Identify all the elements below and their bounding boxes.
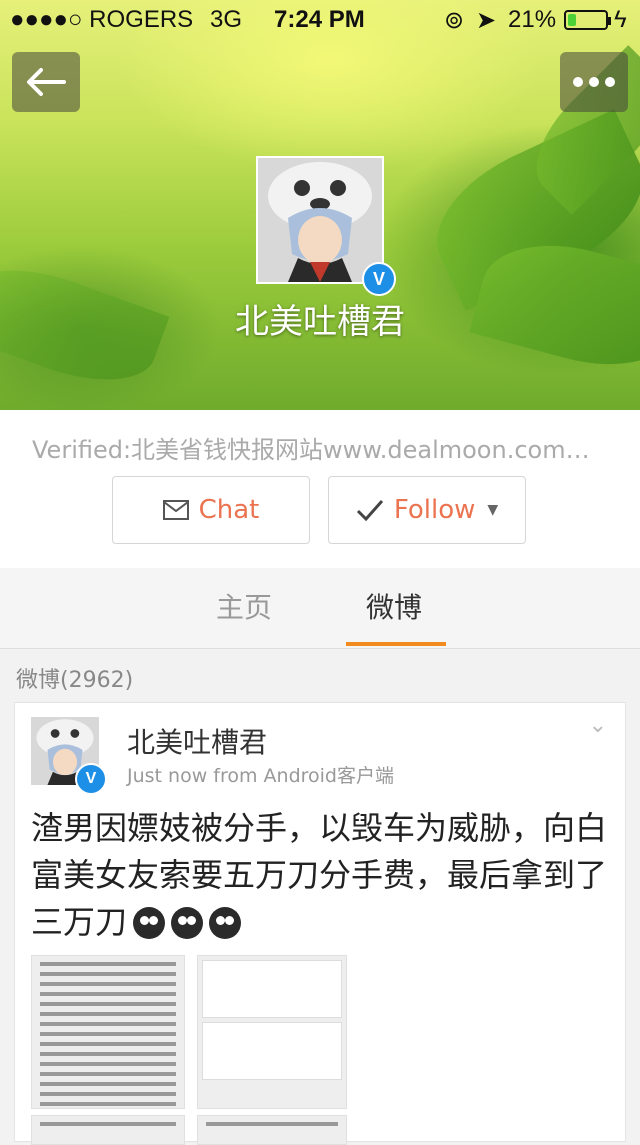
more-button[interactable] [560, 52, 628, 112]
status-bar: ●●●●○ ROGERS 3G 7:24 PM ⊚ ➤ 21% ϟ [0, 0, 640, 40]
location-icon: ➤ [476, 7, 497, 34]
chat-label: Chat [198, 495, 260, 525]
verified-description[interactable]: Verified:北美省钱快报网站www.dealmoon.com旗下… [32, 430, 612, 465]
profile-name: 北美吐槽君 [235, 302, 405, 342]
battery-icon [564, 10, 611, 30]
crying-emoji-icon [171, 907, 204, 939]
battery-percent: 21% [508, 6, 557, 33]
checkmark-icon [356, 500, 383, 521]
post-card[interactable]: V 北美吐槽君 Just now from Android客户端 ⌄ 渣男因嫖妓… [14, 702, 626, 1145]
active-tab-indicator [346, 642, 446, 646]
rotation-lock-icon: ⊚ [444, 7, 465, 34]
follow-button[interactable]: Follow ▼ [328, 476, 526, 544]
crying-emoji-icon [209, 907, 242, 939]
crying-emoji-icon [133, 907, 166, 939]
profile-cover: ●●●●○ ROGERS 3G 7:24 PM ⊚ ➤ 21% ϟ V 北美吐槽… [0, 0, 640, 410]
follow-label: Follow [393, 495, 476, 525]
post-meta: Just now from Android客户端 [127, 765, 394, 787]
tab-weibo[interactable]: 微博 [366, 586, 422, 626]
profile-tabs: 主页 微博 [0, 568, 640, 649]
post-text-content: 渣男因嫖妓被分手，以毁车为威胁，向白富美女友索要五万刀分手费，最后拿到了三万刀 [31, 809, 608, 941]
more-dots-icon [573, 77, 615, 87]
verified-badge-icon: V [362, 262, 396, 296]
profile-info: Verified:北美省钱快报网站www.dealmoon.com旗下… Cha… [0, 410, 640, 568]
caret-down-icon: ▼ [487, 502, 499, 518]
post-image-thumbnail[interactable] [197, 955, 347, 1109]
chevron-down-icon[interactable]: ⌄ [589, 713, 607, 738]
post-image-thumbnail[interactable] [31, 1115, 185, 1145]
verified-badge-icon: V [75, 763, 107, 795]
back-button[interactable] [12, 52, 80, 112]
post-text: 渣男因嫖妓被分手，以毁车为威胁，向白富美女友索要五万刀分手费，最后拿到了三万刀 [31, 805, 615, 946]
post-author-name[interactable]: 北美吐槽君 [127, 721, 267, 761]
charging-icon: ϟ [614, 6, 627, 33]
tab-home[interactable]: 主页 [216, 586, 272, 626]
chat-button[interactable]: Chat [112, 476, 310, 544]
post-image-thumbnail[interactable] [31, 955, 185, 1109]
mail-icon [162, 500, 189, 520]
profile-avatar[interactable]: V [256, 156, 396, 296]
battery-level [568, 14, 576, 26]
post-image-thumbnail[interactable] [197, 1115, 347, 1145]
weibo-count: 微博(2962) [16, 668, 134, 693]
arrow-left-icon [27, 68, 66, 96]
network-label: 3G [210, 6, 243, 33]
clock: 7:24 PM [274, 6, 365, 33]
post-author-avatar[interactable]: V [31, 717, 107, 795]
carrier-label: ●●●●○ ROGERS [10, 6, 194, 33]
avatar-image [258, 158, 382, 282]
